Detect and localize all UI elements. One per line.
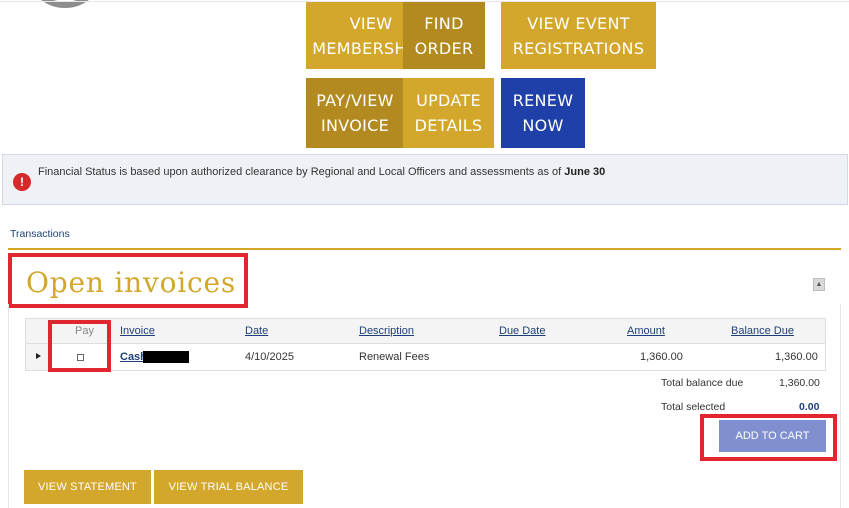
column-header-description[interactable]: Description bbox=[359, 325, 414, 337]
invoice-description: Renewal Fees bbox=[359, 351, 430, 363]
row-expand-icon[interactable] bbox=[26, 344, 50, 370]
total-balance-label: Total balance due bbox=[661, 377, 744, 389]
pay-column-highlight-box bbox=[48, 320, 111, 372]
find-order-tile[interactable]: FIND ORDER bbox=[403, 2, 485, 69]
renew-now-line1: RENEW bbox=[512, 91, 574, 110]
column-header-invoice[interactable]: Invoice bbox=[120, 325, 155, 337]
alert-text: Financial Status is based upon authorize… bbox=[38, 166, 565, 178]
update-details-line2: DETAILS bbox=[414, 116, 483, 135]
column-header-date[interactable]: Date bbox=[245, 325, 268, 337]
invoice-date: 4/10/2025 bbox=[245, 351, 294, 363]
cart-highlight-box bbox=[700, 414, 837, 461]
find-order-line2: ORDER bbox=[414, 38, 474, 58]
view-membership-tile[interactable]: VIEW MEMBERSHIP bbox=[306, 2, 404, 69]
tab-transactions[interactable]: Transactions bbox=[10, 228, 70, 240]
total-selected-label: Total selected bbox=[661, 401, 726, 413]
find-order-line1: FIND bbox=[424, 13, 464, 33]
view-event-registrations-line2: REGISTRATIONS bbox=[512, 38, 645, 58]
invoice-amount: 1,360.00 bbox=[640, 351, 683, 363]
page: VIEW MEMBERSHIP FIND ORDER VIEW EVENT RE… bbox=[0, 0, 849, 508]
alert-date: June 30 bbox=[564, 166, 606, 178]
total-balance-value: 1,360.00 bbox=[779, 377, 820, 389]
title-highlight-box bbox=[8, 253, 248, 308]
collapse-icon[interactable]: ▲ bbox=[813, 278, 825, 291]
renew-now-tile[interactable]: RENEW NOW bbox=[501, 78, 585, 148]
error-icon: ! bbox=[13, 173, 31, 191]
update-details-tile[interactable]: UPDATE DETAILS bbox=[403, 78, 494, 148]
view-membership-line2: MEMBERSHIP bbox=[312, 38, 404, 58]
column-header-due-date[interactable]: Due Date bbox=[499, 325, 545, 337]
table-row: Cash 4/10/2025 Renewal Fees 1,360.00 1,3… bbox=[26, 344, 825, 370]
column-header-balance-due[interactable]: Balance Due bbox=[731, 325, 794, 337]
view-trial-balance-button[interactable]: VIEW TRIAL BALANCE bbox=[154, 470, 303, 504]
update-details-line1: UPDATE bbox=[416, 91, 481, 110]
redaction-bar bbox=[143, 351, 189, 363]
view-event-registrations-tile[interactable]: VIEW EVENT REGISTRATIONS bbox=[501, 2, 656, 69]
invoice-balance-due: 1,360.00 bbox=[775, 351, 818, 363]
invoices-table: Pay Invoice Date Description Due Date Am… bbox=[25, 318, 826, 371]
total-selected-value: 0.00 bbox=[799, 401, 820, 413]
view-statement-button[interactable]: VIEW STATEMENT bbox=[24, 470, 151, 504]
view-event-registrations-line1: VIEW EVENT bbox=[527, 13, 630, 33]
renew-now-line2: NOW bbox=[522, 116, 564, 135]
pay-view-invoice-line1: PAY/VIEW bbox=[316, 91, 394, 110]
view-membership-line1: VIEW bbox=[349, 13, 393, 33]
table-header: Pay Invoice Date Description Due Date Am… bbox=[26, 319, 825, 344]
section-divider bbox=[8, 248, 841, 250]
financial-status-alert: ! Financial Status is based upon authori… bbox=[2, 154, 848, 205]
alert-message: Financial Status is based upon authorize… bbox=[38, 166, 605, 178]
pay-view-invoice-line2: INVOICE bbox=[320, 116, 390, 135]
column-header-amount[interactable]: Amount bbox=[627, 325, 665, 337]
pay-view-invoice-tile[interactable]: PAY/VIEW INVOICE bbox=[306, 78, 404, 148]
